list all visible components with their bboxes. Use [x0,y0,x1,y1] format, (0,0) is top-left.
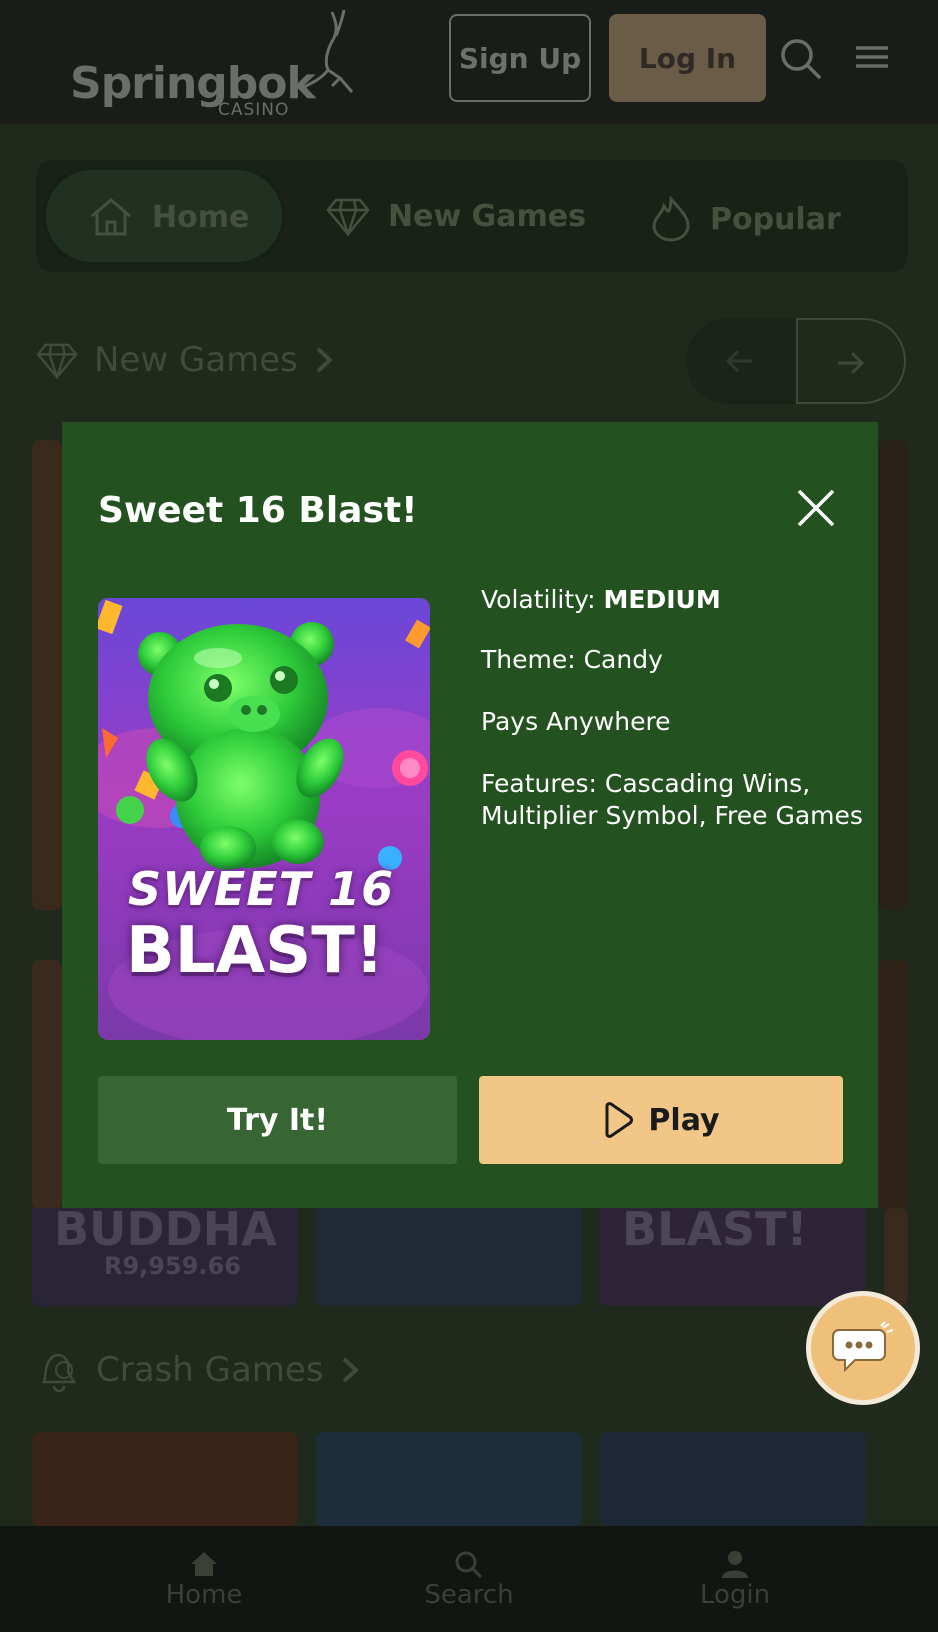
carousel-next-button[interactable] [796,318,906,404]
game-card[interactable] [884,1208,908,1306]
game-card-jackpot: R9,959.66 [104,1252,241,1280]
section-new-games[interactable]: New Games [36,340,334,380]
game-pays: Pays Anywhere [481,707,671,736]
bottom-nav-label: Home [165,1580,243,1610]
flame-icon [652,196,690,242]
game-card-title: BUDDHA [54,1202,277,1256]
header: Springbok CASINO Sign Up Log In [0,0,938,124]
live-chat-button[interactable] [806,1291,920,1405]
home-icon [191,1552,217,1576]
play-button[interactable]: Play [479,1076,843,1164]
section-crash-games[interactable]: Crash Games [34,1348,360,1392]
game-features: Features: Cascading Wins, Multiplier Sym… [481,768,863,832]
search-icon[interactable] [778,36,824,82]
bell-icon [42,1353,77,1392]
game-card[interactable] [316,1208,582,1306]
springbok-logo-icon [301,9,354,93]
logo-subtext: CASINO [218,100,290,120]
game-card[interactable] [32,960,62,1210]
game-card-buddha[interactable]: BUDDHA R9,959.66 [32,1202,298,1306]
art-title-line1: SWEET 16 [128,862,395,916]
features-line: Multiplier Symbol, Free Games [481,801,863,830]
volatility-label: Volatility: [481,585,596,614]
bottom-nav-label: Search [424,1580,514,1610]
home-icon [91,198,131,236]
bottom-nav-search[interactable]: Search [389,1550,549,1610]
game-info-modal: Sweet 16 Blast! SWEET 16 BLAST! Volatili… [62,422,878,1208]
game-thumbnail: SWEET 16 BLAST! [98,598,430,1040]
game-volatility: Volatility: MEDIUM [481,584,721,616]
search-icon [455,1551,483,1578]
game-card[interactable] [32,440,62,910]
bottom-nav-label: Login [699,1580,771,1610]
chevron-right-icon [342,1357,359,1383]
features-line: Features: Cascading Wins, [481,769,811,798]
chat-bubble-icon [832,1321,894,1373]
bottom-nav-home[interactable]: Home [124,1550,284,1610]
arrow-left-icon [725,349,752,373]
section-title: Crash Games [96,1350,324,1390]
try-it-button[interactable]: Try It! [98,1076,457,1164]
carousel-prev-button[interactable] [686,318,796,404]
game-card[interactable] [878,960,908,1210]
art-title-line2: BLAST! [126,914,385,988]
category-home[interactable]: Home [88,196,249,238]
crash-game-card[interactable] [600,1432,866,1526]
volatility-value: MEDIUM [603,585,721,614]
category-label: New Games [388,198,586,234]
category-popular[interactable]: Popular [650,196,841,242]
play-label: Play [648,1102,720,1138]
arrow-right-icon [838,351,865,375]
log-in-button[interactable]: Log In [609,14,766,102]
close-icon[interactable] [796,488,836,528]
modal-title: Sweet 16 Blast! [98,490,418,531]
diamond-icon [36,343,78,379]
sign-up-button[interactable]: Sign Up [449,14,591,102]
game-card-sweet16[interactable]: BLAST! [600,1202,866,1306]
chevron-right-icon [316,347,333,373]
play-icon [605,1102,634,1138]
section-title: New Games [94,340,298,380]
diamond-icon [326,198,370,236]
menu-icon[interactable] [854,42,890,72]
logo[interactable]: Springbok CASINO [70,8,360,120]
category-new-games[interactable]: New Games [326,196,586,236]
game-theme: Theme: Candy [481,645,663,674]
game-card-title: BLAST! [622,1202,808,1256]
crash-game-card[interactable] [316,1432,582,1526]
category-label: Home [152,199,250,235]
game-card[interactable] [878,440,908,910]
category-label: Popular [710,201,841,237]
user-icon [722,1551,748,1578]
bottom-nav-login[interactable]: Login [655,1550,815,1610]
crash-game-card[interactable] [32,1432,298,1526]
